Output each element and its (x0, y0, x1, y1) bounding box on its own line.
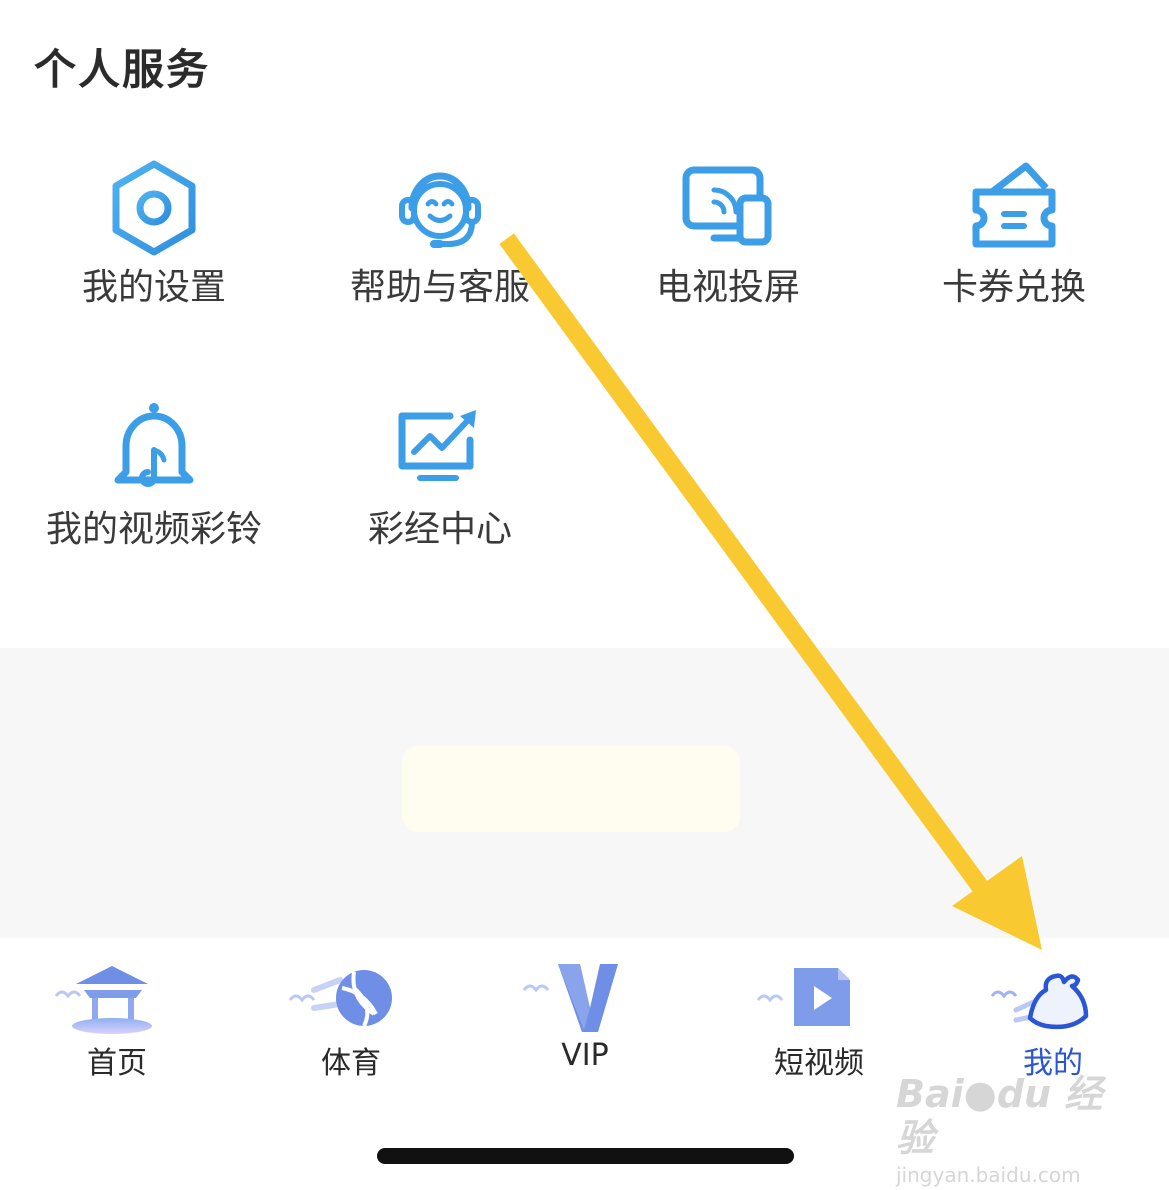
tab-mine[interactable]: 我的 (936, 938, 1169, 1088)
watermark-brand-2: du (996, 1072, 1052, 1116)
vip-v-icon (522, 964, 618, 1032)
mine-cloud-icon (990, 973, 1089, 1030)
service-item-caijing[interactable]: 彩经中心 (310, 400, 570, 590)
screen-cast-icon (682, 166, 772, 246)
service-label: 彩经中心 (367, 509, 512, 550)
trend-chart-icon (398, 410, 476, 481)
service-item-settings[interactable]: 我的设置 (24, 158, 284, 348)
watermark: Bai●du 经验 jingyan.baidu.com (896, 1072, 1126, 1187)
service-label: 我的视频彩铃 (45, 509, 262, 550)
service-label: 帮助与客服 (349, 267, 530, 308)
service-label: 电视投屏 (655, 267, 800, 308)
tab-sports[interactable]: 体育 (234, 938, 468, 1088)
service-label: 我的设置 (81, 267, 226, 308)
tab-home[interactable]: 首页 (0, 938, 234, 1088)
tab-label: 体育 (321, 1046, 381, 1081)
tab-short-video[interactable]: 短视频 (702, 938, 936, 1088)
service-label: 卡券兑换 (941, 267, 1086, 308)
page-title: 个人服务 (34, 45, 211, 94)
service-item-video-ringtone[interactable]: 我的视频彩铃 (24, 400, 284, 590)
watermark-brand: Bai (896, 1072, 964, 1116)
pavilion-icon (54, 966, 152, 1034)
bell-music-icon (114, 403, 194, 487)
settings-hexagon-icon (112, 160, 196, 256)
tab-label: VIP (561, 1038, 609, 1073)
volleyball-icon (288, 970, 392, 1027)
service-item-tv-cast[interactable]: 电视投屏 (598, 158, 858, 348)
headset-smile-icon (399, 172, 481, 248)
banner-placeholder (402, 746, 740, 832)
service-item-help[interactable]: 帮助与客服 (310, 158, 570, 348)
tab-label: 首页 (87, 1046, 147, 1081)
play-document-icon (756, 968, 850, 1026)
tab-vip[interactable]: VIP (468, 938, 702, 1088)
home-indicator[interactable] (377, 1148, 794, 1164)
paw-icon: ● (963, 1072, 997, 1116)
service-item-coupon[interactable]: 卡券兑换 (884, 158, 1144, 348)
ticket-wallet-icon (972, 162, 1056, 248)
